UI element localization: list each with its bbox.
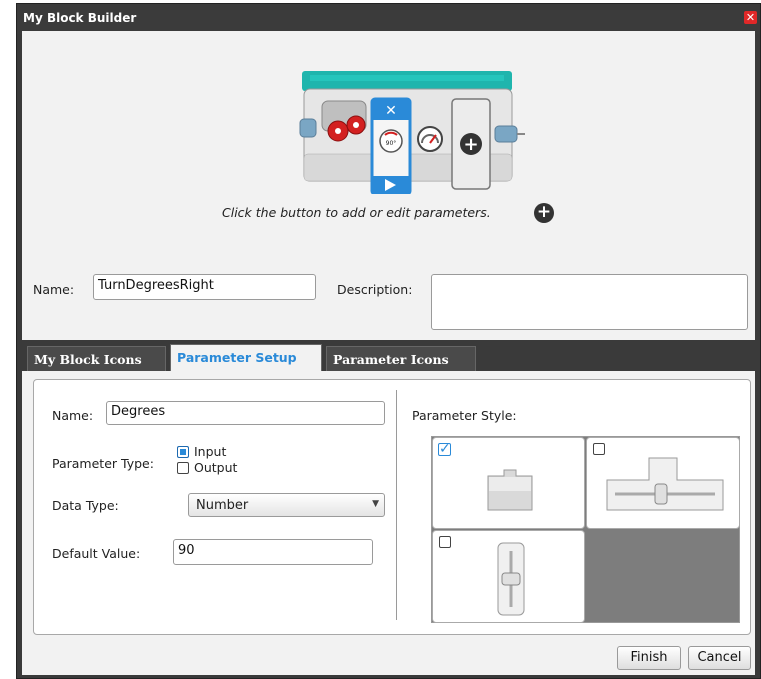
default-value-input[interactable]: 90	[173, 539, 373, 565]
block-preview-area: ✕ 90° + Click the button to add or edit …	[22, 31, 755, 340]
style-horizontal-checkbox[interactable]	[593, 443, 605, 455]
plug-style-icon	[487, 469, 533, 511]
description-label: Description:	[337, 282, 413, 297]
title-bar[interactable]: My Block Builder ✕	[17, 4, 760, 34]
add-parameter-button[interactable]: +	[534, 203, 554, 223]
finish-button[interactable]: Finish	[617, 646, 681, 670]
cancel-button[interactable]: Cancel	[688, 646, 751, 670]
input-type-label: Input	[194, 444, 227, 459]
default-value-label: Default Value:	[52, 546, 141, 561]
speed-gauge-icon	[417, 126, 443, 152]
vertical-slider-icon	[497, 542, 525, 616]
my-block-builder-dialog: My Block Builder ✕ ✕ 90° + Click the but…	[16, 3, 761, 679]
parameter-name-label: Name:	[52, 408, 94, 423]
input-type-checkbox[interactable]	[177, 446, 189, 458]
name-label: Name:	[33, 282, 75, 297]
style-vertical-checkbox[interactable]	[439, 536, 451, 548]
output-type-label: Output	[194, 460, 238, 475]
svg-text:✕: ✕	[385, 103, 397, 119]
style-option-default[interactable]: ✓	[432, 437, 585, 529]
hint-text: Click the button to add or edit paramete…	[222, 205, 491, 220]
chevron-down-icon: ▼	[372, 499, 379, 509]
horizontal-slider-icon	[606, 457, 724, 511]
data-type-label: Data Type:	[52, 498, 119, 513]
description-textarea[interactable]	[431, 274, 748, 330]
style-default-checkbox[interactable]: ✓	[438, 442, 451, 456]
svg-text:+: +	[463, 134, 478, 155]
panel-divider	[396, 390, 397, 620]
window-title: My Block Builder	[23, 11, 137, 25]
close-button[interactable]: ✕	[744, 11, 757, 24]
parameter-style-label: Parameter Style:	[412, 408, 517, 423]
data-type-value: Number	[196, 498, 249, 513]
parameter-setup-panel: Name: Degrees Parameter Type: Input Outp…	[33, 379, 751, 635]
tab-parameter-setup[interactable]: Parameter Setup	[170, 344, 322, 371]
tab-parameter-icons[interactable]: Parameter Icons	[326, 346, 476, 371]
tab-bar: My Block Icons Parameter Setup Parameter…	[22, 343, 755, 371]
parameter-name-input[interactable]: Degrees	[106, 401, 385, 425]
tab-my-block-icons[interactable]: My Block Icons	[27, 346, 166, 371]
output-type-checkbox[interactable]	[177, 462, 189, 474]
parameter-type-label: Parameter Type:	[52, 456, 154, 471]
style-option-vertical-slider[interactable]	[432, 530, 585, 623]
tab-content: Name: Degrees Parameter Type: Input Outp…	[22, 371, 755, 675]
sequence-output-plug	[494, 125, 518, 143]
my-block-preview: ✕ 90° +	[299, 71, 525, 194]
sequence-input-plug	[299, 118, 317, 138]
parameter-style-grid: ✓	[431, 436, 740, 623]
block-name-input[interactable]: TurnDegreesRight	[93, 274, 316, 300]
data-type-select[interactable]: Number ▼	[188, 493, 385, 517]
svg-text:90°: 90°	[386, 140, 397, 147]
style-option-horizontal-slider[interactable]	[586, 437, 740, 529]
